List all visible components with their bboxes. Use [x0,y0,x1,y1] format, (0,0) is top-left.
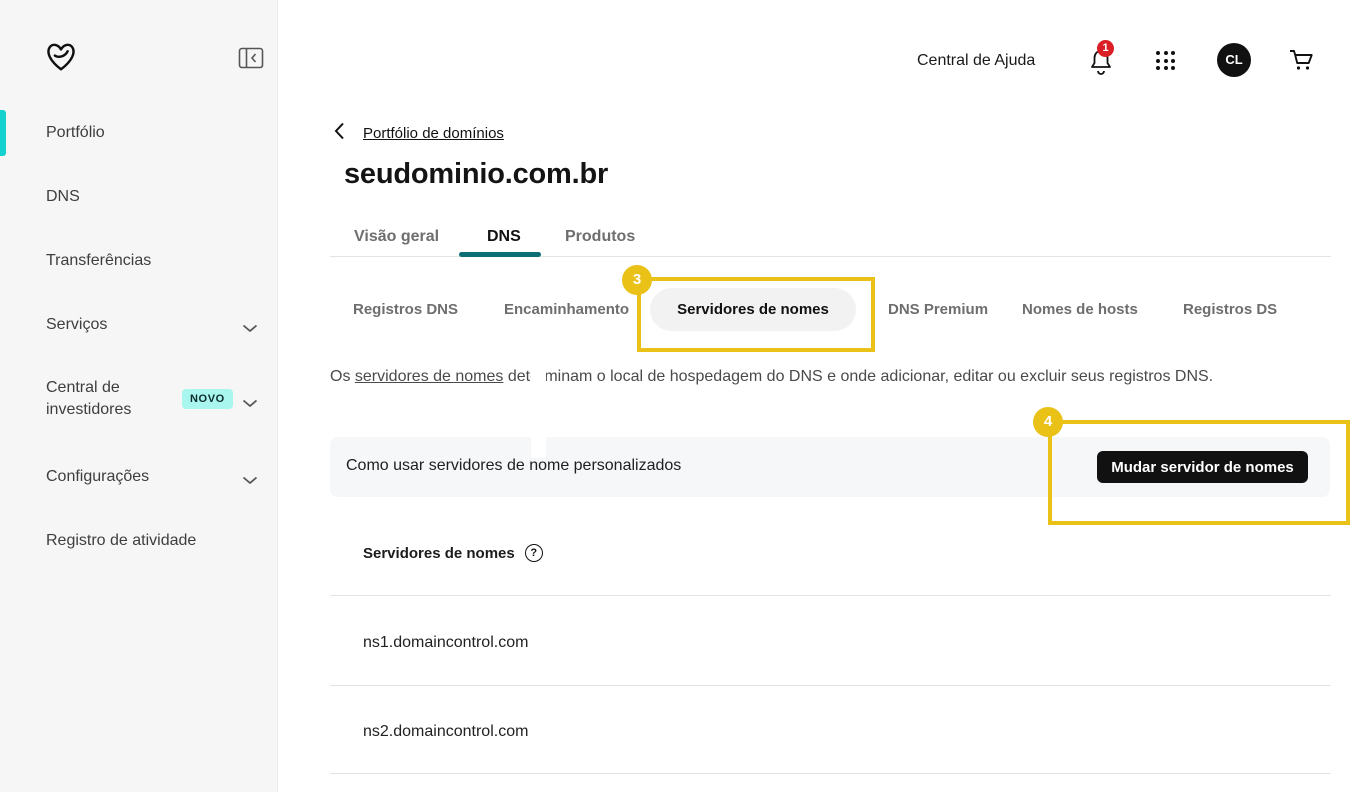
nameservers-link[interactable]: servidores de nomes [355,368,504,385]
tab-visao-geral[interactable]: Visão geral [354,228,439,246]
tab-produtos[interactable]: Produtos [565,228,635,246]
subtab-servidores-de-nomes[interactable]: Servidores de nomes [650,288,856,331]
page-title: seudominio.com.br [344,158,608,191]
annotation-step3-badge: 3 [622,265,652,295]
tab-dns[interactable]: DNS [487,228,521,246]
description-prefix: Os [330,368,355,385]
subtab-nomes-de-hosts[interactable]: Nomes de hosts [1022,301,1138,318]
section-title: Servidores de nomes [363,545,515,562]
godaddy-logo-icon[interactable] [44,40,78,74]
notification-count-badge: 1 [1097,40,1114,57]
sidebar-item-label: Portfólio [46,122,105,144]
sidebar-collapse-button[interactable] [238,46,264,72]
sidebar-active-indicator [0,110,6,156]
divider [330,595,1331,596]
subtab-registros-ds[interactable]: Registros DS [1183,301,1277,318]
chevron-down-icon [242,395,258,413]
nameserver-row: ns1.domaincontrol.com [363,634,528,652]
apps-grid-icon[interactable] [1156,51,1176,71]
help-center-link[interactable]: Central de Ajuda [917,52,1035,70]
sidebar-item-label: Central de investidores [46,377,178,421]
banner-text[interactable]: Como usar servidores de nome personaliza… [346,457,681,475]
nameservers-section-header: Servidores de nomes ? [363,544,543,562]
subtab-encaminhamento[interactable]: Encaminhamento [504,301,629,318]
sidebar-item-label: Serviços [46,314,107,336]
divider [330,685,1331,686]
description-suffix: determinam o local de hospedagem do DNS … [503,368,1213,385]
sidebar-item-label: Registro de atividade [46,530,196,552]
sidebar-item-label: DNS [46,186,80,208]
sidebar-item-label: Configurações [46,466,149,488]
annotation-white-strip [531,352,546,458]
nameservers-description: Os servidores de nomes determinam o loca… [330,368,1230,386]
annotation-step4-badge: 4 [1033,407,1063,437]
change-nameservers-button[interactable]: Mudar servidor de nomes [1097,451,1308,483]
help-question-icon[interactable]: ? [525,544,543,562]
sidebar: Portfólio DNS Transferências Serviços Ce… [0,0,278,792]
nameserver-row: ns2.domaincontrol.com [363,723,528,741]
app-root: Portfólio DNS Transferências Serviços Ce… [0,0,1361,792]
avatar[interactable]: CL [1217,43,1251,77]
back-chevron-icon[interactable] [334,122,345,145]
novo-badge: NOVO [182,389,233,409]
subtab-dns-premium[interactable]: DNS Premium [888,301,988,318]
active-tab-underline [459,252,541,257]
sidebar-item-label: Transferências [46,250,151,272]
divider [330,773,1331,774]
cart-icon[interactable] [1287,46,1315,74]
breadcrumb[interactable]: Portfólio de domínios [334,122,504,145]
breadcrumb-link[interactable]: Portfólio de domínios [363,125,504,142]
chevron-down-icon [242,472,258,490]
chevron-down-icon [242,320,258,338]
subtab-registros-dns[interactable]: Registros DNS [353,301,458,318]
